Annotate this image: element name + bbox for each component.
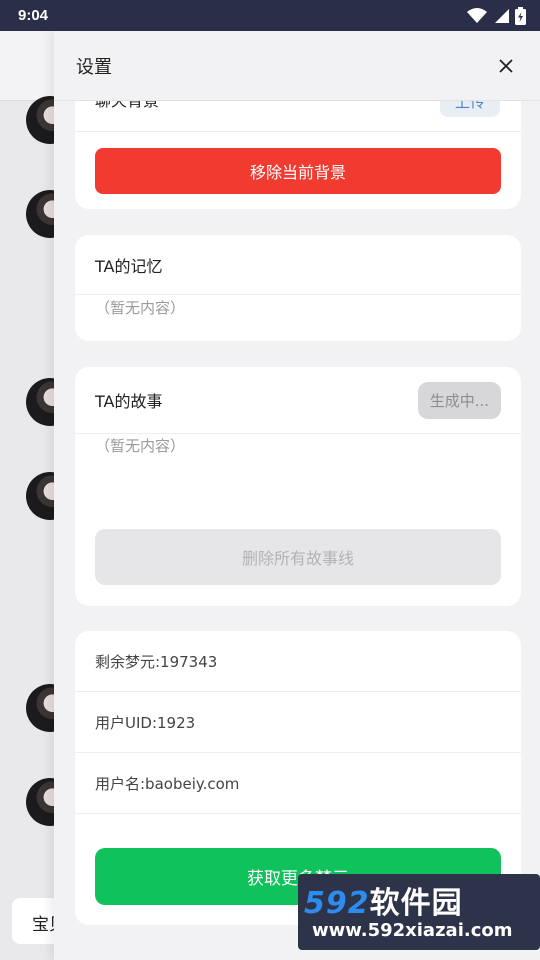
watermark-url: www.592xiazai.com [312,920,513,941]
memory-title-row: TA的记忆 [75,235,521,295]
watermark-name: 软件园 [369,886,463,921]
remove-background-button[interactable]: 移除当前背景 [95,148,501,194]
watermark-number: 592 [304,886,370,921]
watermark-main: 592软件园 [304,878,463,922]
story-title-row: TA的故事 生成中... [75,367,521,434]
signal-icon [495,8,509,23]
close-icon [499,58,513,73]
dream-coins-text: 剩余梦元:197343 [95,652,218,671]
drawer-header: 设置 [54,31,540,101]
close-button[interactable] [494,54,518,78]
battery-icon [515,6,526,25]
status-time: 9:04 [18,7,49,24]
drawer-title: 设置 [76,56,112,78]
story-card: TA的故事 生成中... （暂无内容） 删除所有故事线 [75,367,521,606]
memory-title: TA的记忆 [95,256,163,276]
uid-text: 用户UID:1923 [95,713,196,732]
story-empty-text: （暂无内容） [95,437,186,455]
settings-drawer: 设置 聊天背景 上传 移除当前背景 TA的记忆 （暂无内容） TA的故事 生成中… [54,31,540,960]
status-bar: 9:04 [0,0,540,31]
uid-row: 用户UID:1923 [75,692,521,753]
watermark: 592软件园 www.592xiazai.com [298,874,540,950]
memory-card: TA的记忆 （暂无内容） [75,235,521,341]
status-icons [467,6,526,25]
memory-empty-text: （暂无内容） [95,299,186,317]
story-status-chip[interactable]: 生成中... [417,381,501,419]
username-row: 用户名:baobeiy.com [75,753,521,814]
dream-coins-row: 剩余梦元:197343 [75,631,521,692]
username-text: 用户名:baobeiy.com [95,774,240,793]
story-title: TA的故事 [95,392,163,411]
delete-story-button[interactable]: 删除所有故事线 [95,529,501,585]
wifi-icon [467,7,487,23]
